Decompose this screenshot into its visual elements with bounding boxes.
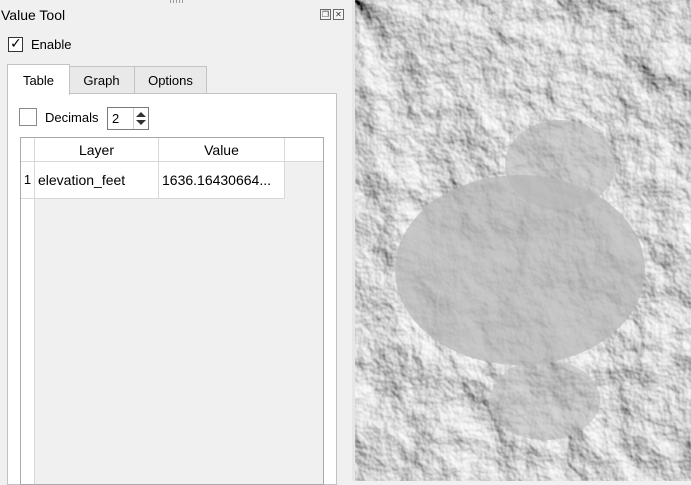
- enable-checkbox[interactable]: ✓: [8, 35, 23, 52]
- column-header-filler: [285, 138, 323, 162]
- spin-up-icon[interactable]: [136, 112, 146, 117]
- value-tool-panel: Value Tool ❐ ✕ ✓ Enable Table Graph Opti…: [0, 0, 352, 485]
- decimals-row[interactable]: Decimals: [19, 108, 98, 126]
- table-corner[interactable]: [21, 138, 35, 162]
- row-header-strip: [21, 199, 35, 484]
- tab-options[interactable]: Options: [134, 66, 207, 94]
- decimals-spinbox[interactable]: 2: [107, 107, 149, 130]
- decimals-checkbox[interactable]: [19, 108, 37, 126]
- panel-title: Value Tool: [1, 7, 66, 23]
- spin-down-icon[interactable]: [136, 120, 146, 125]
- restore-icon[interactable]: ❐: [320, 9, 331, 20]
- values-table: Layer Value 1 elevation_feet 1636.164306…: [20, 137, 324, 485]
- spin-buttons: [133, 108, 148, 129]
- close-icon[interactable]: ✕: [333, 9, 344, 20]
- decimals-value[interactable]: 2: [112, 111, 119, 126]
- checkmark-icon: ✓: [10, 35, 22, 51]
- row-header[interactable]: 1: [21, 162, 35, 199]
- column-header-layer[interactable]: Layer: [35, 138, 159, 162]
- map-canvas[interactable]: [355, 0, 691, 481]
- tab-graph[interactable]: Graph: [68, 66, 135, 94]
- tab-table[interactable]: Table: [7, 64, 70, 95]
- enable-row[interactable]: ✓ Enable: [8, 35, 72, 52]
- column-header-value[interactable]: Value: [159, 138, 285, 162]
- decimals-label: Decimals: [45, 109, 99, 125]
- hillshade-map-canvas: [355, 0, 691, 481]
- enable-label: Enable: [31, 37, 72, 52]
- table-cell-layer[interactable]: elevation_feet: [35, 162, 159, 199]
- dock-grip-icon[interactable]: [170, 0, 184, 3]
- table-cell-value[interactable]: 1636.16430664...: [159, 162, 285, 199]
